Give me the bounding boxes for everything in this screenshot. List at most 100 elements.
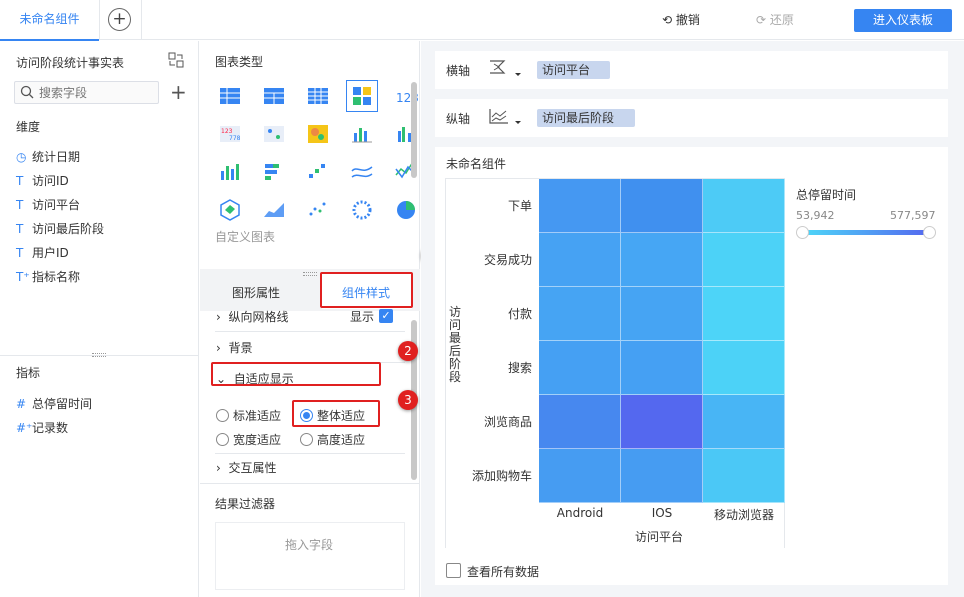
measure-type-icon: # xyxy=(16,397,27,411)
vgrid-row[interactable]: › 纵向网格线 xyxy=(216,308,288,325)
view-all-label: 查看所有数据 xyxy=(467,565,540,579)
heatmap-x-title: 访问平台 xyxy=(635,530,684,544)
measure-title: 指标 xyxy=(16,366,41,380)
legend-max-handle[interactable] xyxy=(923,226,936,239)
color-table-icon[interactable]: 123 778 xyxy=(217,121,243,147)
heatmap-cell[interactable] xyxy=(539,287,621,341)
area-chart-icon[interactable] xyxy=(261,197,287,223)
tab-component[interactable]: 未命名组件 xyxy=(0,0,100,41)
bubble-chart-icon[interactable] xyxy=(349,197,375,223)
svg-text:123: 123 xyxy=(221,128,233,135)
y-axis-type-icon[interactable] xyxy=(488,107,524,127)
x-tick-label: IOS xyxy=(651,506,673,520)
dimension-field-label: 统计日期 xyxy=(32,150,81,164)
line-chart-icon[interactable] xyxy=(349,159,375,185)
heatmap-cell[interactable] xyxy=(539,449,621,503)
scrollbar[interactable] xyxy=(411,82,417,178)
gauge-chart-icon[interactable] xyxy=(217,197,243,223)
switch-table-icon[interactable] xyxy=(168,52,184,68)
background-label: 背景 xyxy=(228,341,253,355)
scatter-chart-icon[interactable] xyxy=(305,197,331,223)
cross-table-icon[interactable] xyxy=(261,83,287,109)
radio-icon xyxy=(216,433,229,446)
legend-max: 577,597 xyxy=(890,209,936,222)
tab-divider xyxy=(141,0,142,40)
callout-badge: 2 xyxy=(398,341,418,361)
radio-height[interactable]: 高度适应 xyxy=(300,431,365,448)
y-tick-label: 付款 xyxy=(507,307,532,321)
x-tick-label: Android xyxy=(556,506,604,520)
radio-icon xyxy=(216,409,229,422)
background-row[interactable]: › 背景 xyxy=(216,339,252,356)
heatmap-cell[interactable] xyxy=(621,341,703,395)
x-axis-label: 横轴 xyxy=(446,64,471,78)
dot-table-icon[interactable] xyxy=(261,121,287,147)
heatmap-cell[interactable] xyxy=(621,287,703,341)
y-axis-field[interactable]: 访问最后阶段 xyxy=(537,109,635,127)
table-chart-icon[interactable] xyxy=(217,83,243,109)
x-axis-type-icon[interactable] xyxy=(488,59,524,79)
filter-title: 结果过滤器 xyxy=(215,497,276,511)
x-axis-field[interactable]: 访问平台 xyxy=(537,61,610,79)
highlight-box xyxy=(320,272,413,308)
measure-field[interactable]: #⁺记录数 xyxy=(16,418,68,438)
add-field-icon[interactable]: + xyxy=(170,82,187,102)
custom-chart-label[interactable]: 自定义图表 xyxy=(215,228,275,245)
dimension-field[interactable]: T 访问平台 xyxy=(16,195,80,215)
heatmap-cell[interactable] xyxy=(621,395,703,449)
radio-width[interactable]: 宽度适应 xyxy=(216,431,281,448)
dimension-field-label: 用户ID xyxy=(32,246,69,260)
heatmap-chart-icon[interactable] xyxy=(346,80,378,112)
heatmap-cell[interactable] xyxy=(621,179,703,233)
heatmap-cell[interactable] xyxy=(539,179,621,233)
heatmap-cell[interactable] xyxy=(621,449,703,503)
undo-button[interactable]: ⟲ 撤销 xyxy=(662,11,700,28)
heatmap-cell[interactable] xyxy=(703,179,785,233)
column-chart-icon[interactable] xyxy=(217,159,243,185)
heatmap-cell[interactable] xyxy=(703,395,785,449)
dimension-field[interactable]: T⁺ 指标名称 xyxy=(16,267,80,287)
filter-drop-zone[interactable] xyxy=(215,522,405,590)
heatmap-cell[interactable] xyxy=(703,341,785,395)
dimension-field-label: 访问ID xyxy=(32,174,69,188)
redo-button[interactable]: ⟳ 还原 xyxy=(756,11,794,28)
dimension-field[interactable]: T 访问ID xyxy=(16,171,69,191)
dimension-field-label: 访问平台 xyxy=(32,198,81,212)
view-all-checkbox[interactable] xyxy=(446,563,461,578)
heatmap-cell[interactable] xyxy=(539,341,621,395)
heatmap-cell[interactable] xyxy=(703,449,785,503)
drop-hint: 拖入字段 xyxy=(285,538,334,552)
show-checkbox[interactable]: ✓ xyxy=(379,309,393,323)
heatmap-cell[interactable] xyxy=(703,233,785,287)
field-type-icon: T xyxy=(16,246,24,260)
measure-field-label: 记录数 xyxy=(32,421,69,435)
measure-field[interactable]: # 总停留时间 xyxy=(16,394,92,414)
map-chart-icon[interactable] xyxy=(305,121,331,147)
field-type-icon: ◷ xyxy=(16,150,27,164)
y-tick-label: 添加购物车 xyxy=(471,469,532,483)
interaction-row[interactable]: › 交互属性 xyxy=(216,459,276,476)
splitter-handle[interactable] xyxy=(303,272,317,276)
legend-gradient xyxy=(802,230,929,235)
detail-table-icon[interactable] xyxy=(305,83,331,109)
heatmap-cell[interactable] xyxy=(621,233,703,287)
y-tick-label: 下单 xyxy=(507,199,532,213)
search-input[interactable] xyxy=(39,84,155,101)
dimension-field[interactable]: ◷ 统计日期 xyxy=(16,147,80,167)
heatmap-cell[interactable] xyxy=(703,287,785,341)
step-chart-icon[interactable] xyxy=(305,159,331,185)
heatmap-cell[interactable] xyxy=(539,233,621,287)
bar-chart-icon[interactable] xyxy=(349,121,375,147)
chevron-right-icon: › xyxy=(216,310,221,324)
stacked-bar-icon[interactable] xyxy=(261,159,287,185)
legend-min-handle[interactable] xyxy=(796,226,809,239)
pie-chart-icon[interactable] xyxy=(393,197,419,223)
dimension-field[interactable]: T 用户ID xyxy=(16,243,69,263)
radio-standard[interactable]: 标准适应 xyxy=(216,407,281,424)
enter-dashboard-button[interactable]: 进入仪表板 xyxy=(854,9,952,32)
dimension-field[interactable]: T 访问最后阶段 xyxy=(16,219,104,239)
tab-shape-properties[interactable]: 图形属性 xyxy=(232,284,280,301)
add-tab-button[interactable]: + xyxy=(108,8,131,31)
measure-type-icon: #⁺ xyxy=(16,421,33,435)
heatmap-cell[interactable] xyxy=(539,395,621,449)
